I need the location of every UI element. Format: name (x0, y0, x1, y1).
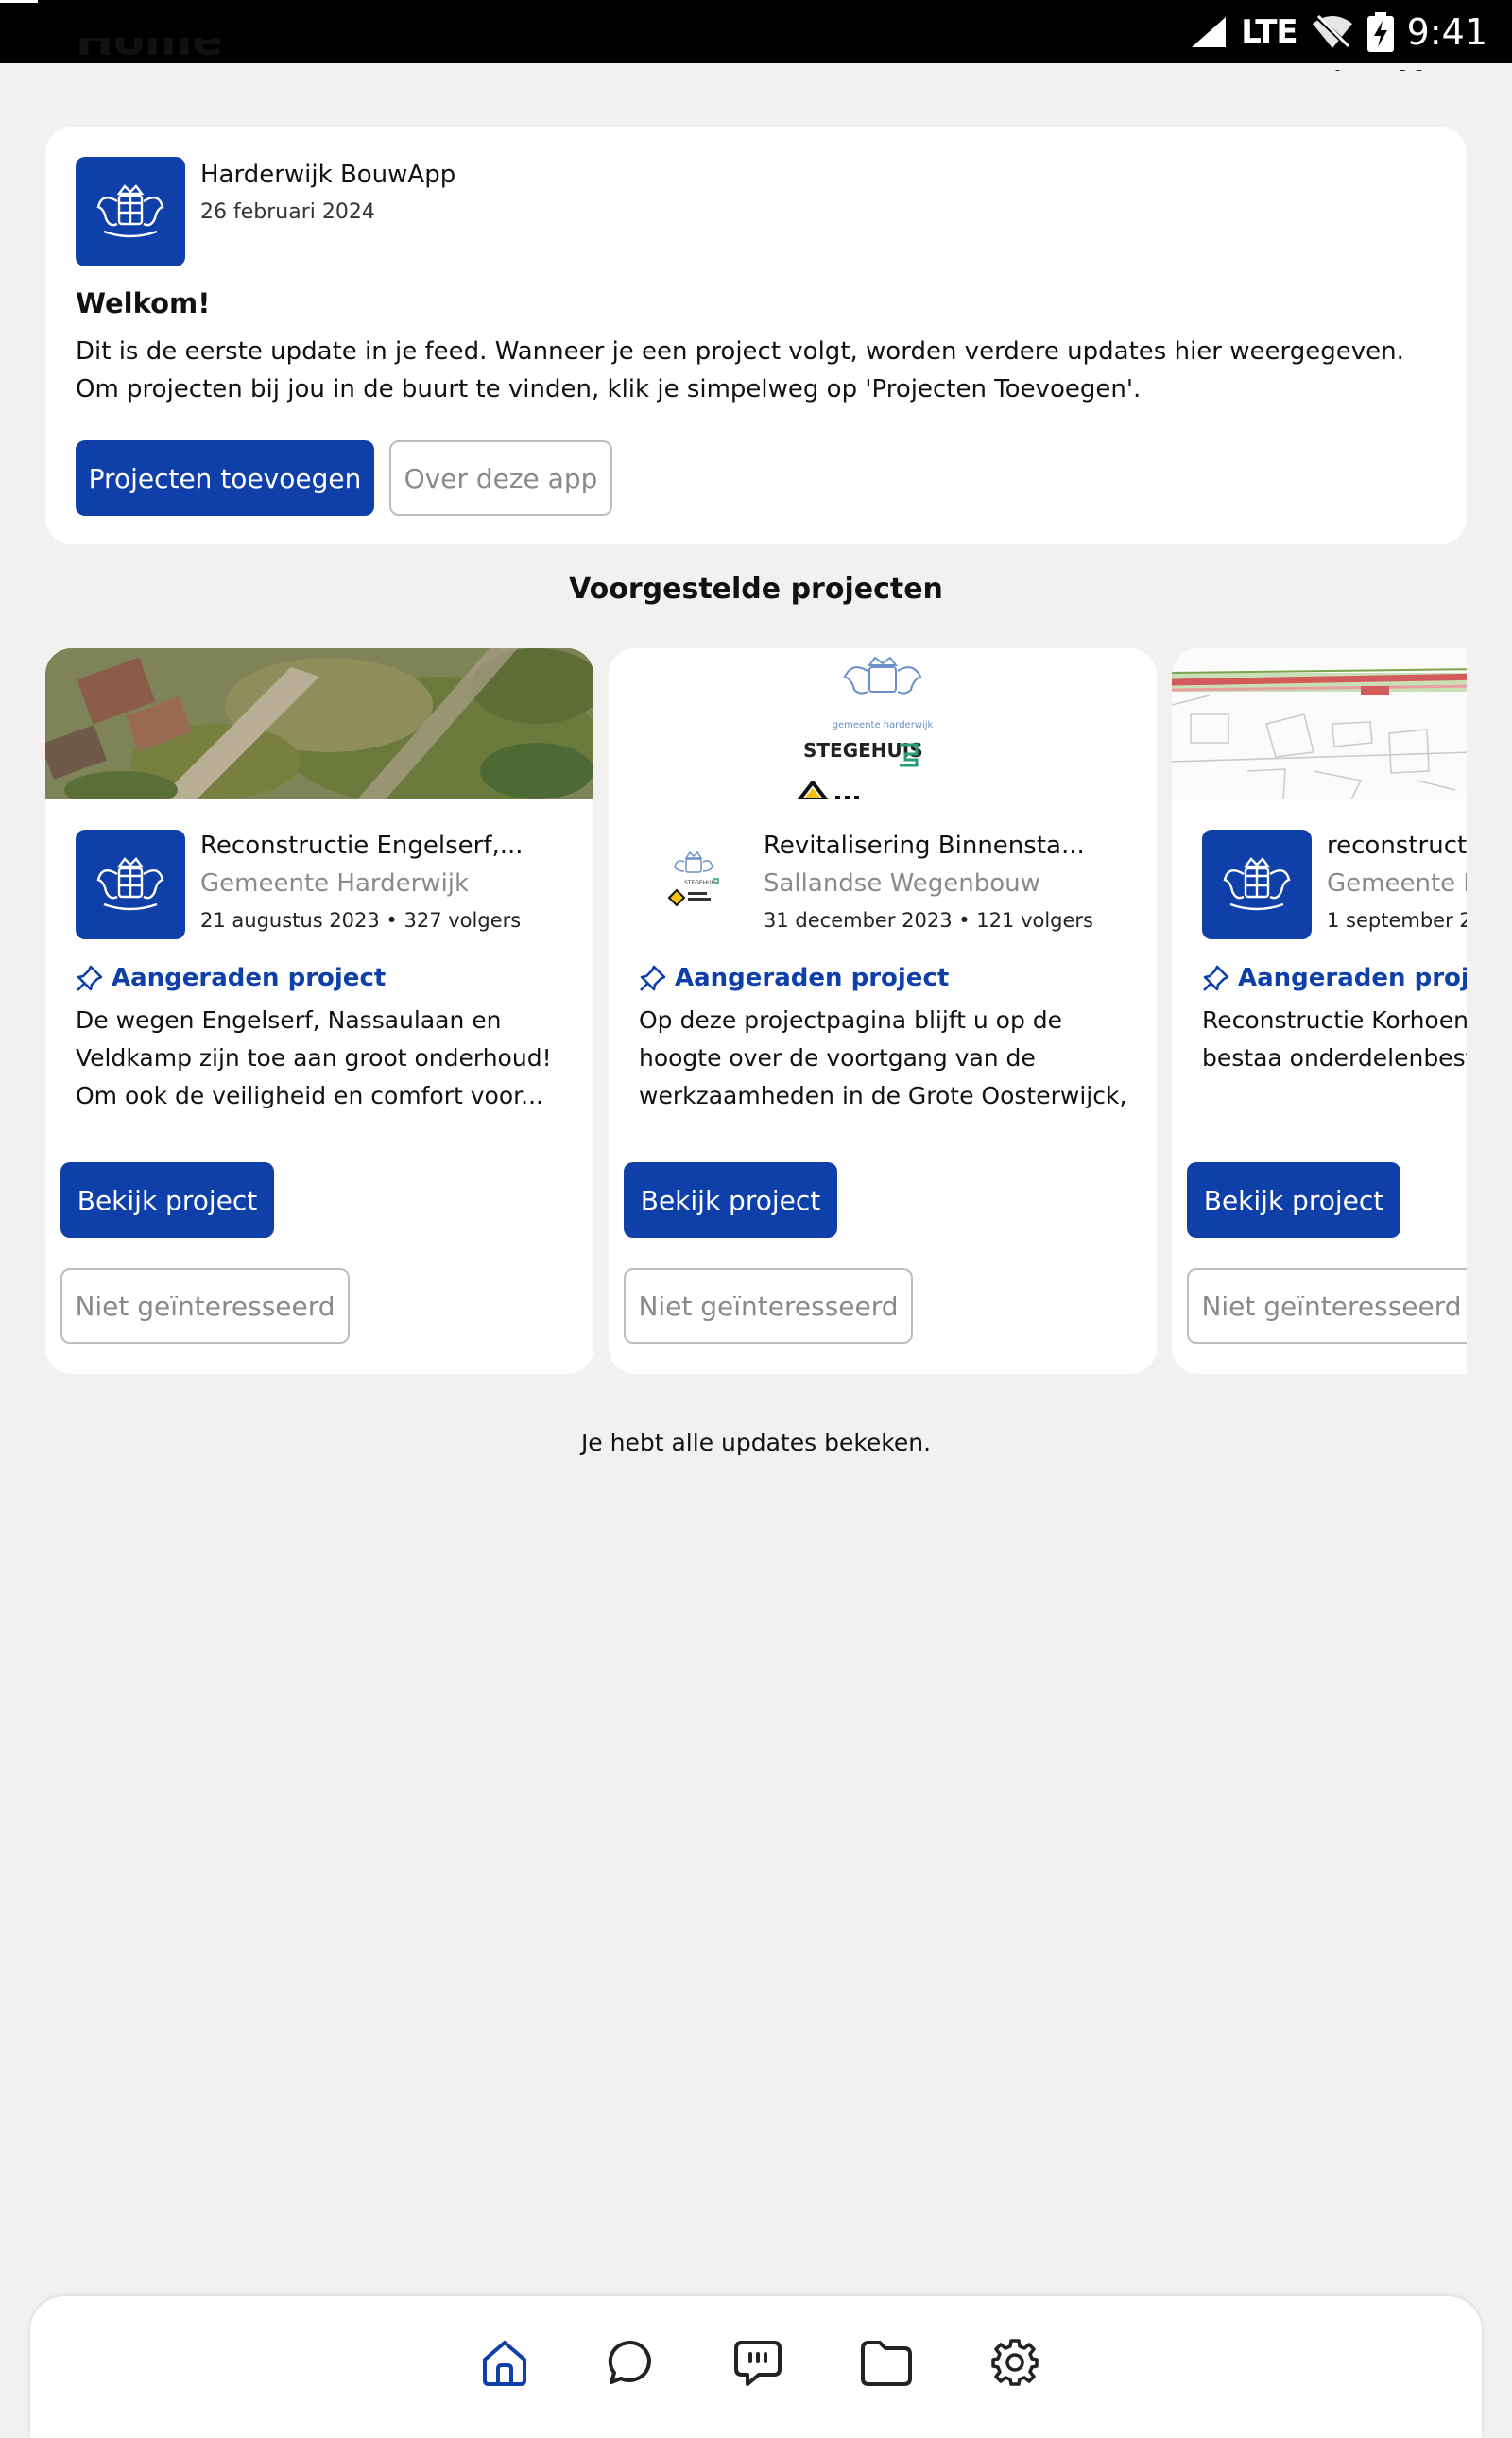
project-description: De wegen Engelserf, Nassaulaan en Veldka… (76, 1006, 552, 1109)
recommended-tag: Aangeraden project (1202, 964, 1467, 992)
project-card[interactable]: reconstructie Gemeente H 1 september 20 … (1172, 648, 1467, 1374)
page-title-text: Home (76, 38, 223, 62)
svg-text:STEGEHUIS: STEGEHUIS (684, 880, 716, 886)
about-app-button[interactable]: Over deze app (389, 440, 612, 516)
settings-gear-icon (991, 2339, 1039, 2386)
pin-icon (640, 965, 666, 991)
recommended-tag: Aangeraden project (639, 964, 949, 992)
nav-settings[interactable] (985, 2332, 1045, 2393)
suggested-projects-heading: Voorgestelde projecten (569, 573, 943, 606)
messages-icon (734, 2341, 782, 2386)
project-meta: 31 december 2023 • 121 volgers (764, 909, 1094, 932)
harderwijk-logo (76, 157, 185, 266)
project-title[interactable]: Revitalisering Binnensta... (764, 832, 1142, 860)
recommended-tag: Aangeraden project (76, 964, 386, 992)
project-image-aerial (45, 648, 593, 799)
wifi-off-icon (1312, 13, 1352, 50)
pin-icon (1203, 965, 1229, 991)
welcome-body: Dit is de eerste update in je feed. Wann… (76, 337, 1404, 403)
battery-charging-icon (1366, 11, 1394, 52)
project-description: Op deze projectpagina blijft u op de hoo… (639, 1006, 1127, 1109)
cell-signal-icon (1192, 16, 1227, 47)
project-logo-sallandse: STEGEHUIS (639, 830, 748, 939)
welcome-card: Harderwijk BouwApp 26 februari 2024 Welk… (45, 127, 1467, 544)
page-title: Home (76, 38, 223, 63)
project-image-map (1172, 648, 1467, 799)
recommended-tag-label: Aangeraden project (675, 964, 950, 992)
not-interested-button[interactable]: Niet geïnteresseerd (1187, 1268, 1467, 1344)
bottom-navigation (30, 2296, 1482, 2438)
project-meta: 1 september 20 (1327, 909, 1467, 932)
image-caption-municipality: gemeente harderwijk (832, 720, 934, 730)
add-projects-button[interactable]: Projecten toevoegen (76, 440, 374, 516)
nav-messages[interactable] (728, 2332, 788, 2393)
welcome-heading: Welkom! (76, 287, 211, 319)
coat-of-arms-icon (96, 857, 164, 911)
coat-of-arms-icon (96, 184, 164, 238)
project-meta: 21 augustus 2023 • 327 volgers (200, 909, 522, 932)
warning-triangle-icon (798, 781, 859, 799)
project-card[interactable]: gemeente harderwijk STEGEHUIS STEGEHUIS … (609, 648, 1157, 1374)
view-project-button[interactable]: Bekijk project (60, 1162, 274, 1238)
project-organization: Sallandse Wegenbouw (764, 869, 1040, 898)
suggested-projects-carousel[interactable]: Reconstructie Engelserf,... Gemeente Har… (45, 648, 1467, 1374)
welcome-date: 26 februari 2024 (200, 200, 375, 224)
stegehuis-mark-icon (900, 743, 919, 767)
project-card[interactable]: Reconstructie Engelserf,... Gemeente Har… (45, 648, 593, 1374)
view-project-button[interactable]: Bekijk project (624, 1162, 837, 1238)
project-organization: Gemeente H (1327, 869, 1467, 898)
all-updates-seen-message: Je hebt alle updates bekeken. (580, 1429, 932, 1456)
project-title[interactable]: reconstructie (1327, 832, 1467, 860)
view-project-button[interactable]: Bekijk project (1187, 1162, 1400, 1238)
clock: 9:41 (1406, 10, 1487, 53)
project-logo-harderwijk (1202, 830, 1312, 939)
folder-icon (861, 2341, 912, 2386)
welcome-source-name: Harderwijk BouwApp (200, 161, 456, 189)
recommended-tag-label: Aangeraden project (1238, 964, 1467, 992)
recommended-tag-label: Aangeraden project (112, 964, 387, 992)
not-interested-button[interactable]: Niet geïnteresseerd (624, 1268, 913, 1344)
status-bar-edge (0, 0, 38, 3)
project-logo-harderwijk (76, 830, 185, 939)
status-bar: LTE 9:41 (0, 0, 1512, 63)
home-icon (483, 2341, 526, 2386)
project-organization: Gemeente Harderwijk (200, 869, 470, 898)
coat-of-arms-icon (1223, 857, 1291, 911)
nav-projects[interactable] (856, 2332, 917, 2393)
pin-icon (77, 965, 103, 991)
not-interested-button[interactable]: Niet geïnteresseerd (60, 1268, 350, 1344)
notification-icon[interactable] (1397, 63, 1425, 71)
project-description: Reconstructie Korhoen- werkzaamheden bes… (1202, 1006, 1467, 1072)
project-title[interactable]: Reconstructie Engelserf,... (200, 832, 578, 860)
chat-bubble-icon (608, 2340, 651, 2384)
nav-chat[interactable] (601, 2332, 662, 2393)
nav-home[interactable] (474, 2332, 535, 2393)
search-icon[interactable] (1325, 63, 1353, 71)
network-type: LTE (1241, 12, 1297, 51)
status-indicators: LTE 9:41 (1190, 0, 1487, 63)
project-image-logos: gemeente harderwijk STEGEHUIS (609, 648, 1157, 799)
